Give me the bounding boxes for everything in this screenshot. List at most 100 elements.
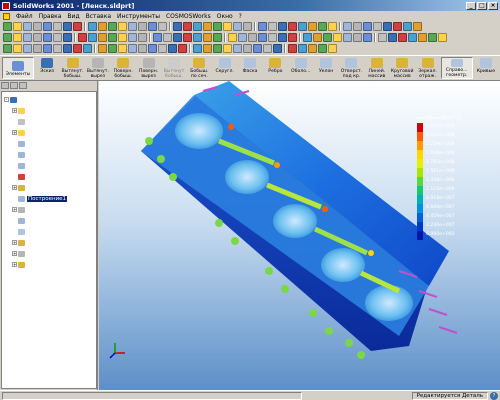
toolbar-tool-icon[interactable] (428, 33, 437, 42)
toolbar-tool-icon[interactable] (343, 33, 352, 42)
help-icon[interactable]: ? (490, 391, 498, 400)
toolbar-tool-icon[interactable] (278, 33, 287, 42)
expand-icon[interactable]: - (4, 97, 9, 102)
toolbar-tool-icon[interactable] (403, 22, 412, 31)
toolbar-tool-icon[interactable] (138, 22, 147, 31)
toolbar-tool-icon[interactable] (378, 33, 387, 42)
tree-item[interactable]: + Вытянуть2 (2, 237, 96, 248)
expand-icon[interactable]: + (12, 185, 17, 190)
toolbar-tool-icon[interactable] (203, 33, 212, 42)
toolbar-tool-icon[interactable] (278, 22, 287, 31)
toolbar-tool-icon[interactable] (213, 44, 222, 53)
toolbar-tool-icon[interactable] (138, 44, 147, 53)
document-icon[interactable] (3, 12, 10, 20)
toolbar-tool-icon[interactable] (43, 33, 52, 42)
toolbar-tool-icon[interactable] (268, 22, 277, 31)
toolbar-tool-icon[interactable] (63, 44, 72, 53)
menu-file[interactable]: Файл (16, 13, 33, 20)
toolbar-tool-icon[interactable] (363, 33, 372, 42)
tree-item[interactable]: + Примечания (2, 105, 96, 116)
feature-button[interactable]: Уклон (314, 57, 338, 79)
toolbar-tool-icon[interactable] (118, 44, 127, 53)
toolbar-tool-icon[interactable] (308, 44, 317, 53)
toolbar-tool-icon[interactable] (248, 33, 257, 42)
feature-button[interactable]: Отверст. под кр. (339, 57, 363, 79)
toolbar-tool-icon[interactable] (158, 44, 167, 53)
toolbar-tool-icon[interactable] (63, 22, 72, 31)
toolbar-tool-icon[interactable] (413, 22, 422, 31)
toolbar-tool-icon[interactable] (223, 44, 232, 53)
toolbar-tool-icon[interactable] (98, 22, 107, 31)
toolbar-tool-icon[interactable] (108, 33, 117, 42)
solidworks-app-icon[interactable] (2, 1, 10, 10)
feature-button[interactable]: Зеркал. отраж. (415, 57, 439, 79)
toolbar-tool-icon[interactable] (98, 44, 107, 53)
feature-button[interactable]: Ребро (263, 57, 287, 79)
toolbar-tool-icon[interactable] (288, 44, 297, 53)
toolbar-tool-icon[interactable] (173, 33, 182, 42)
feature-button[interactable]: Поверн. вырез (136, 57, 160, 79)
feature-button[interactable]: Элементы (2, 57, 34, 79)
tree-item[interactable]: + Вытянуть1 (2, 182, 96, 193)
toolbar-tool-icon[interactable] (238, 33, 247, 42)
toolbar-tool-icon[interactable] (438, 33, 447, 42)
toolbar-tool-icon[interactable] (33, 22, 42, 31)
maximize-button[interactable]: □ (477, 1, 487, 10)
expand-icon[interactable]: + (12, 108, 17, 113)
toolbar-tool-icon[interactable] (118, 33, 127, 42)
toolbar-tool-icon[interactable] (353, 33, 362, 42)
expand-icon[interactable]: + (12, 130, 17, 135)
tree-item[interactable]: Исходная точка (2, 171, 96, 182)
toolbar-tool-icon[interactable] (388, 33, 397, 42)
toolbar-tool-icon[interactable] (343, 22, 352, 31)
expand-icon[interactable]: + (12, 207, 17, 212)
toolbar-tool-icon[interactable] (33, 44, 42, 53)
toolbar-tool-icon[interactable] (288, 22, 297, 31)
toolbar-tool-icon[interactable] (53, 22, 62, 31)
toolbar-tool-icon[interactable] (298, 44, 307, 53)
toolbar-tool-icon[interactable] (13, 33, 22, 42)
toolbar-tool-icon[interactable] (43, 44, 52, 53)
tree-item[interactable]: Справа (2, 160, 96, 171)
toolbar-tool-icon[interactable] (108, 22, 117, 31)
toolbar-tool-icon[interactable] (3, 33, 12, 42)
toolbar-tool-icon[interactable] (83, 44, 92, 53)
menu-tools[interactable]: Инструменты (117, 13, 160, 20)
feature-button[interactable]: Оболо... (289, 57, 313, 79)
expand-icon[interactable]: + (12, 240, 17, 245)
toolbar-tool-icon[interactable] (178, 44, 187, 53)
toolbar-tool-icon[interactable] (258, 33, 267, 42)
toolbar-tool-icon[interactable] (148, 44, 157, 53)
toolbar-tool-icon[interactable] (33, 33, 42, 42)
toolbar-tool-icon[interactable] (258, 22, 267, 31)
toolbar-tool-icon[interactable] (13, 44, 22, 53)
toolbar-tool-icon[interactable] (138, 33, 147, 42)
tree-item[interactable]: + Освещение (2, 127, 96, 138)
graphics-viewport[interactable]: von Mises (N/m^2) 2.675e+008 2.452e+008 2.2… (99, 81, 500, 390)
tree-item[interactable]: + Вырез-Вытянуть2 (2, 248, 96, 259)
toolbar-tool-icon[interactable] (128, 44, 137, 53)
tree-item[interactable]: Построение1 (2, 193, 96, 204)
toolbar-tool-icon[interactable] (318, 44, 327, 53)
toolbar-tool-icon[interactable] (223, 22, 232, 31)
toolbar-tool-icon[interactable] (153, 33, 162, 42)
toolbar-tool-icon[interactable] (23, 22, 32, 31)
feature-button[interactable]: Бобыш. по сеч. (187, 57, 211, 79)
toolbar-tool-icon[interactable] (148, 22, 157, 31)
toolbar-tool-icon[interactable] (233, 44, 242, 53)
feature-button[interactable]: Вытянут. бобыш. (60, 57, 84, 79)
toolbar-tool-icon[interactable] (193, 44, 202, 53)
feature-tree-tab-icon[interactable] (1, 82, 9, 89)
toolbar-tool-icon[interactable] (268, 33, 277, 42)
feature-button[interactable]: Вытянут. вырез (86, 57, 110, 79)
toolbar-tool-icon[interactable] (183, 22, 192, 31)
tree-item[interactable]: + Вырез-Вытянуть1 (2, 204, 96, 215)
toolbar-tool-icon[interactable] (158, 22, 167, 31)
feature-button[interactable]: Эскиз (35, 57, 59, 79)
close-button[interactable]: × (488, 1, 498, 10)
tree-item[interactable]: Скругление1 (2, 226, 96, 237)
toolbar-tool-icon[interactable] (98, 33, 107, 42)
toolbar-tool-icon[interactable] (288, 33, 297, 42)
toolbar-tool-icon[interactable] (328, 22, 337, 31)
toolbar-tool-icon[interactable] (118, 22, 127, 31)
